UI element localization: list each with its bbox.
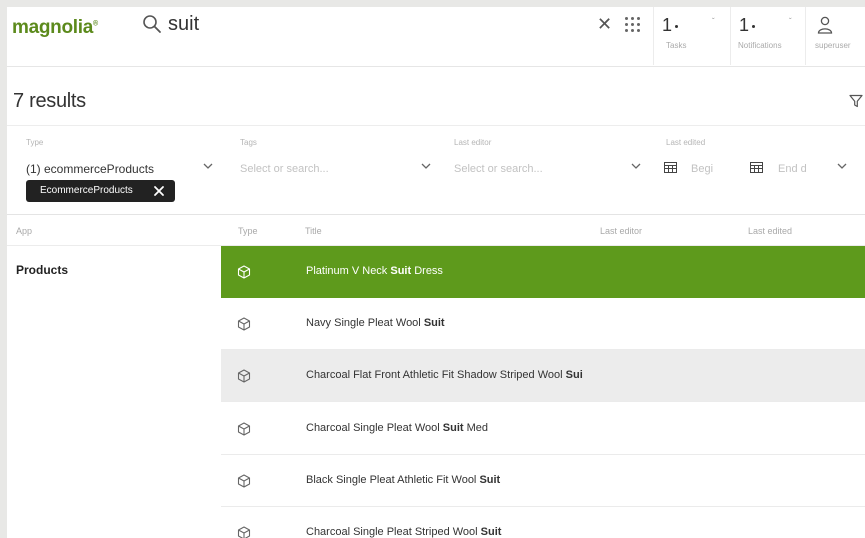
row-title: Charcoal Single Pleat Striped Wool Suit bbox=[306, 526, 502, 538]
notifications-button[interactable]: 1 ˇ bbox=[739, 15, 792, 36]
chevron-down-icon[interactable] bbox=[631, 162, 641, 170]
user-icon[interactable] bbox=[817, 16, 833, 34]
search-match-highlight: Suit bbox=[442, 422, 464, 434]
app-launcher-icon[interactable] bbox=[625, 17, 641, 33]
results-count-title: 7 results bbox=[13, 90, 86, 112]
tasks-count: 1 bbox=[662, 15, 673, 35]
search-match-highlight: Sui bbox=[565, 369, 583, 381]
search-match-highlight: Suit bbox=[480, 526, 502, 538]
top-bar: magnolia® ✕ 1 ˇ Tasks 1 ˇ Notifications … bbox=[7, 7, 865, 67]
tasks-label: Tasks bbox=[666, 41, 687, 50]
close-icon[interactable] bbox=[151, 183, 167, 199]
notifications-label: Notifications bbox=[738, 41, 782, 50]
tasks-button[interactable]: 1 ˇ bbox=[662, 15, 715, 36]
magnolia-logo[interactable]: magnolia® bbox=[12, 17, 98, 39]
logo-text: magnolia bbox=[12, 17, 94, 38]
last-edited-begin-input[interactable]: Begi bbox=[691, 163, 713, 175]
column-header-title[interactable]: Title bbox=[305, 226, 322, 236]
clear-search-button[interactable]: ✕ bbox=[597, 15, 612, 33]
notifications-chevron-icon: ˇ bbox=[789, 17, 792, 26]
column-header-app: App bbox=[16, 226, 33, 236]
search-results-window: magnolia® ✕ 1 ˇ Tasks 1 ˇ Notifications … bbox=[7, 7, 865, 538]
chevron-down-icon[interactable] bbox=[421, 162, 431, 170]
row-title: Black Single Pleat Athletic Fit Wool Sui… bbox=[306, 474, 501, 486]
last-editor-filter-label: Last editor bbox=[454, 138, 492, 147]
row-title: Navy Single Pleat Wool Suit bbox=[306, 317, 445, 329]
search-match-highlight: Suit bbox=[390, 265, 412, 277]
table-row[interactable]: Charcoal Single Pleat Striped Wool Suit bbox=[221, 507, 865, 538]
table-row[interactable]: Platinum V Neck Suit Dress bbox=[221, 246, 865, 298]
row-title: Platinum V Neck Suit Dress bbox=[306, 265, 443, 277]
type-filter-label: Type bbox=[26, 138, 44, 147]
calendar-icon[interactable] bbox=[664, 162, 677, 173]
cube-icon bbox=[237, 526, 251, 538]
search-icon bbox=[143, 15, 161, 33]
last-edited-end-input[interactable]: End d bbox=[778, 163, 807, 175]
notifications-count: 1 bbox=[739, 15, 750, 35]
cube-icon bbox=[237, 474, 251, 488]
filter-icon[interactable] bbox=[849, 94, 863, 108]
type-filter-select[interactable]: (1) ecommerceProducts bbox=[26, 162, 154, 176]
tags-filter-label: Tags bbox=[240, 138, 257, 147]
row-title: Charcoal Flat Front Athletic Fit Shadow … bbox=[306, 369, 583, 381]
search-input[interactable] bbox=[168, 10, 588, 38]
header-divider bbox=[805, 7, 806, 65]
table-row[interactable]: Black Single Pleat Athletic Fit Wool Sui… bbox=[221, 455, 865, 507]
table-row[interactable]: Charcoal Single Pleat Wool Suit Med bbox=[221, 403, 865, 455]
tags-filter-input[interactable]: Select or search... bbox=[240, 163, 329, 175]
search-match-highlight: Suit bbox=[423, 317, 445, 329]
row-title: Charcoal Single Pleat Wool Suit Med bbox=[306, 422, 489, 434]
last-edited-filter-label: Last edited bbox=[666, 138, 706, 147]
tasks-chevron-icon: ˇ bbox=[712, 17, 715, 26]
header-divider bbox=[653, 7, 654, 65]
search-match-highlight: Suit bbox=[479, 474, 501, 486]
chevron-down-icon[interactable] bbox=[837, 162, 847, 170]
column-header-last-editor[interactable]: Last editor bbox=[600, 226, 642, 236]
last-editor-filter-input[interactable]: Select or search... bbox=[454, 163, 543, 175]
chevron-down-icon[interactable] bbox=[203, 162, 213, 170]
table-row[interactable]: Navy Single Pleat Wool Suit bbox=[221, 298, 865, 350]
cube-icon bbox=[237, 422, 251, 436]
calendar-icon[interactable] bbox=[750, 162, 763, 173]
column-header-last-edited[interactable]: Last edited bbox=[748, 226, 792, 236]
cube-icon bbox=[237, 317, 251, 331]
header-divider bbox=[730, 7, 731, 65]
app-group-label: Products bbox=[16, 263, 69, 277]
logo-mark: ® bbox=[93, 20, 98, 28]
cube-icon bbox=[237, 369, 251, 383]
user-label: superuser bbox=[815, 41, 851, 50]
column-header-type[interactable]: Type bbox=[238, 226, 258, 236]
chip-label: EcommerceProducts bbox=[40, 185, 133, 196]
cube-icon bbox=[237, 265, 251, 279]
table-row[interactable]: Charcoal Flat Front Athletic Fit Shadow … bbox=[221, 350, 865, 402]
